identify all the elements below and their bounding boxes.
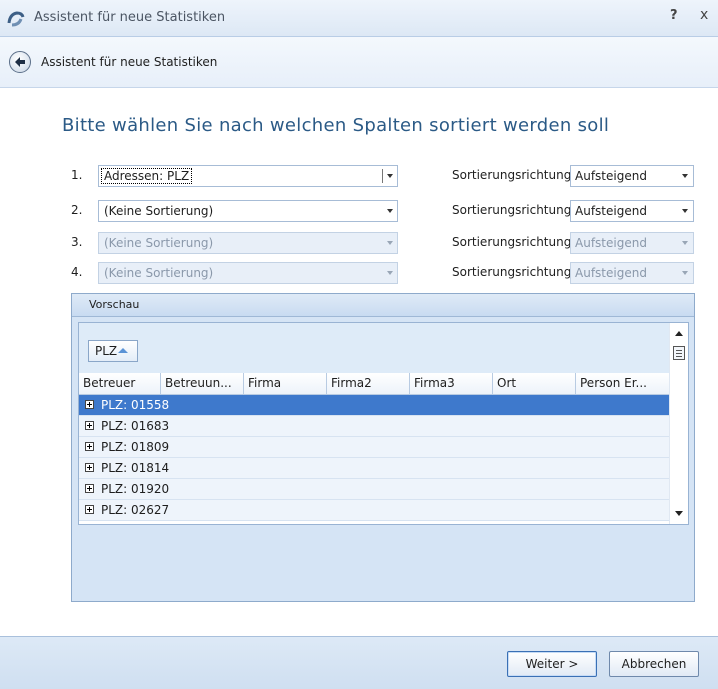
back-button[interactable] [9, 51, 31, 73]
window-title: Assistent für neue Statistiken [34, 10, 226, 25]
preview-title: Vorschau [89, 298, 140, 311]
group-row[interactable]: PLZ: 01920 [79, 479, 669, 500]
wizard-title: Assistent für neue Statistiken [41, 55, 218, 69]
sort-column-select-2[interactable]: (Keine Sortierung) [98, 200, 398, 222]
column-header-ort[interactable]: Ort [493, 373, 576, 394]
chevron-down-icon [387, 241, 393, 245]
chevron-down-icon [387, 209, 393, 213]
wizard-footer: Weiter > Abbrechen [0, 636, 718, 689]
expand-plus-icon[interactable] [85, 442, 94, 451]
sort-row-number: 3. [71, 235, 83, 249]
sort-direction-select-4: Aufsteigend [570, 262, 694, 284]
preview-panel: Vorschau PLZ Betreuer Betreuun... Firma … [71, 293, 695, 602]
sort-column-select-4: (Keine Sortierung) [98, 262, 398, 284]
expand-plus-icon[interactable] [85, 484, 94, 493]
vertical-scrollbar[interactable] [669, 323, 688, 524]
sort-row-number: 4. [71, 265, 83, 279]
sort-direction-label: Sortierungsrichtung [452, 168, 572, 182]
column-header-firma[interactable]: Firma [244, 373, 327, 394]
page-title: Bitte wählen Sie nach welchen Spalten so… [62, 115, 610, 136]
expand-plus-icon[interactable] [85, 400, 94, 409]
sort-row-number: 2. [71, 203, 83, 217]
group-row[interactable]: PLZ: 01558 [79, 395, 669, 416]
scroll-down-arrow-icon[interactable] [675, 511, 683, 516]
sort-direction-label: Sortierungsrichtung [452, 235, 572, 249]
chevron-down-icon [387, 174, 393, 178]
cancel-button[interactable]: Abbrechen [609, 651, 699, 677]
chevron-down-icon [387, 271, 393, 275]
chevron-down-icon [682, 271, 688, 275]
column-header-betreuung[interactable]: Betreuun... [161, 373, 244, 394]
sort-direction-label: Sortierungsrichtung [452, 203, 572, 217]
sort-row-2: 2. (Keine Sortierung) Sortierungsrichtun… [0, 200, 718, 222]
scroll-up-arrow-icon[interactable] [675, 331, 683, 336]
close-button[interactable]: x [700, 7, 708, 23]
app-icon [7, 11, 25, 27]
help-button[interactable]: ? [670, 8, 678, 23]
expand-plus-icon[interactable] [85, 505, 94, 514]
group-row[interactable]: PLZ: 02627 [79, 500, 669, 521]
preview-grid: PLZ Betreuer Betreuun... Firma Firma2 Fi… [78, 322, 689, 525]
sort-row-4: 4. (Keine Sortierung) Sortierungsrichtun… [0, 262, 718, 284]
column-headers: Betreuer Betreuun... Firma Firma2 Firma3… [79, 373, 669, 395]
group-row[interactable]: PLZ: 01683 [79, 416, 669, 437]
expand-plus-icon[interactable] [85, 421, 94, 430]
sort-direction-select-3: Aufsteigend [570, 232, 694, 254]
expand-plus-icon[interactable] [85, 463, 94, 472]
next-button[interactable]: Weiter > [507, 651, 597, 677]
column-header-firma2[interactable]: Firma2 [327, 373, 410, 394]
arrow-left-icon [15, 57, 25, 67]
sort-direction-label: Sortierungsrichtung [452, 265, 572, 279]
column-header-firma3[interactable]: Firma3 [410, 373, 493, 394]
chevron-down-icon [682, 174, 688, 178]
window-titlebar: Assistent für neue Statistiken ? x [0, 0, 718, 37]
sort-column-select-1[interactable]: Adressen: PLZ [98, 165, 398, 187]
chevron-down-icon [682, 241, 688, 245]
preview-panel-header: Vorschau [72, 294, 694, 317]
group-by-bar: PLZ [79, 323, 669, 373]
sort-column-select-3: (Keine Sortierung) [98, 232, 398, 254]
group-row[interactable]: PLZ: 01814 [79, 458, 669, 479]
column-header-person[interactable]: Person Er... [576, 373, 669, 394]
sort-row-number: 1. [71, 168, 83, 182]
sort-direction-select-2[interactable]: Aufsteigend [570, 200, 694, 222]
group-chip-plz[interactable]: PLZ [88, 340, 138, 362]
group-row[interactable]: PLZ: 01809 [79, 437, 669, 458]
column-header-betreuer[interactable]: Betreuer [79, 373, 161, 394]
wizard-content: Bitte wählen Sie nach welchen Spalten so… [0, 88, 718, 636]
sort-ascending-icon [118, 348, 128, 353]
sort-direction-select-1[interactable]: Aufsteigend [570, 165, 694, 187]
scroll-thumb[interactable] [673, 346, 685, 360]
wizard-header: Assistent für neue Statistiken [0, 37, 718, 88]
sort-row-3: 3. (Keine Sortierung) Sortierungsrichtun… [0, 232, 718, 254]
sort-row-1: 1. Adressen: PLZ Sortierungsrichtung Auf… [0, 165, 718, 187]
chevron-down-icon [682, 209, 688, 213]
